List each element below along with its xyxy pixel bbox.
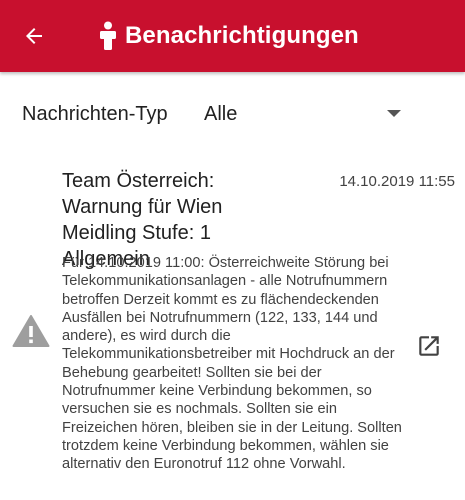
message-type-dropdown[interactable]: Alle <box>196 92 411 136</box>
page-title: Benachrichtigungen <box>125 22 359 49</box>
open-notification-button[interactable] <box>411 328 447 364</box>
back-button[interactable] <box>14 16 54 56</box>
notification-item: Team Österreich: Warnung für Wien Meidli… <box>0 166 465 500</box>
app-bar: Benachrichtigungen <box>0 0 465 72</box>
notification-body: Für 14.10.2019 11:00: Österreichweite St… <box>62 255 402 473</box>
arrow-left-icon <box>26 28 42 44</box>
dropdown-selected-value: Alle <box>204 103 238 125</box>
open-in-new-icon <box>419 336 439 356</box>
person-info-icon <box>98 21 118 51</box>
filter-label: Nachrichten-Typ <box>22 103 168 125</box>
warning-icon <box>12 315 50 347</box>
message-type-filter: Nachrichten-Typ Alle <box>0 92 465 136</box>
dropdown-arrow-icon <box>387 110 401 117</box>
app-bar-title: Benachrichtigungen <box>98 16 359 56</box>
notification-timestamp: 14.10.2019 11:55 <box>339 173 455 190</box>
